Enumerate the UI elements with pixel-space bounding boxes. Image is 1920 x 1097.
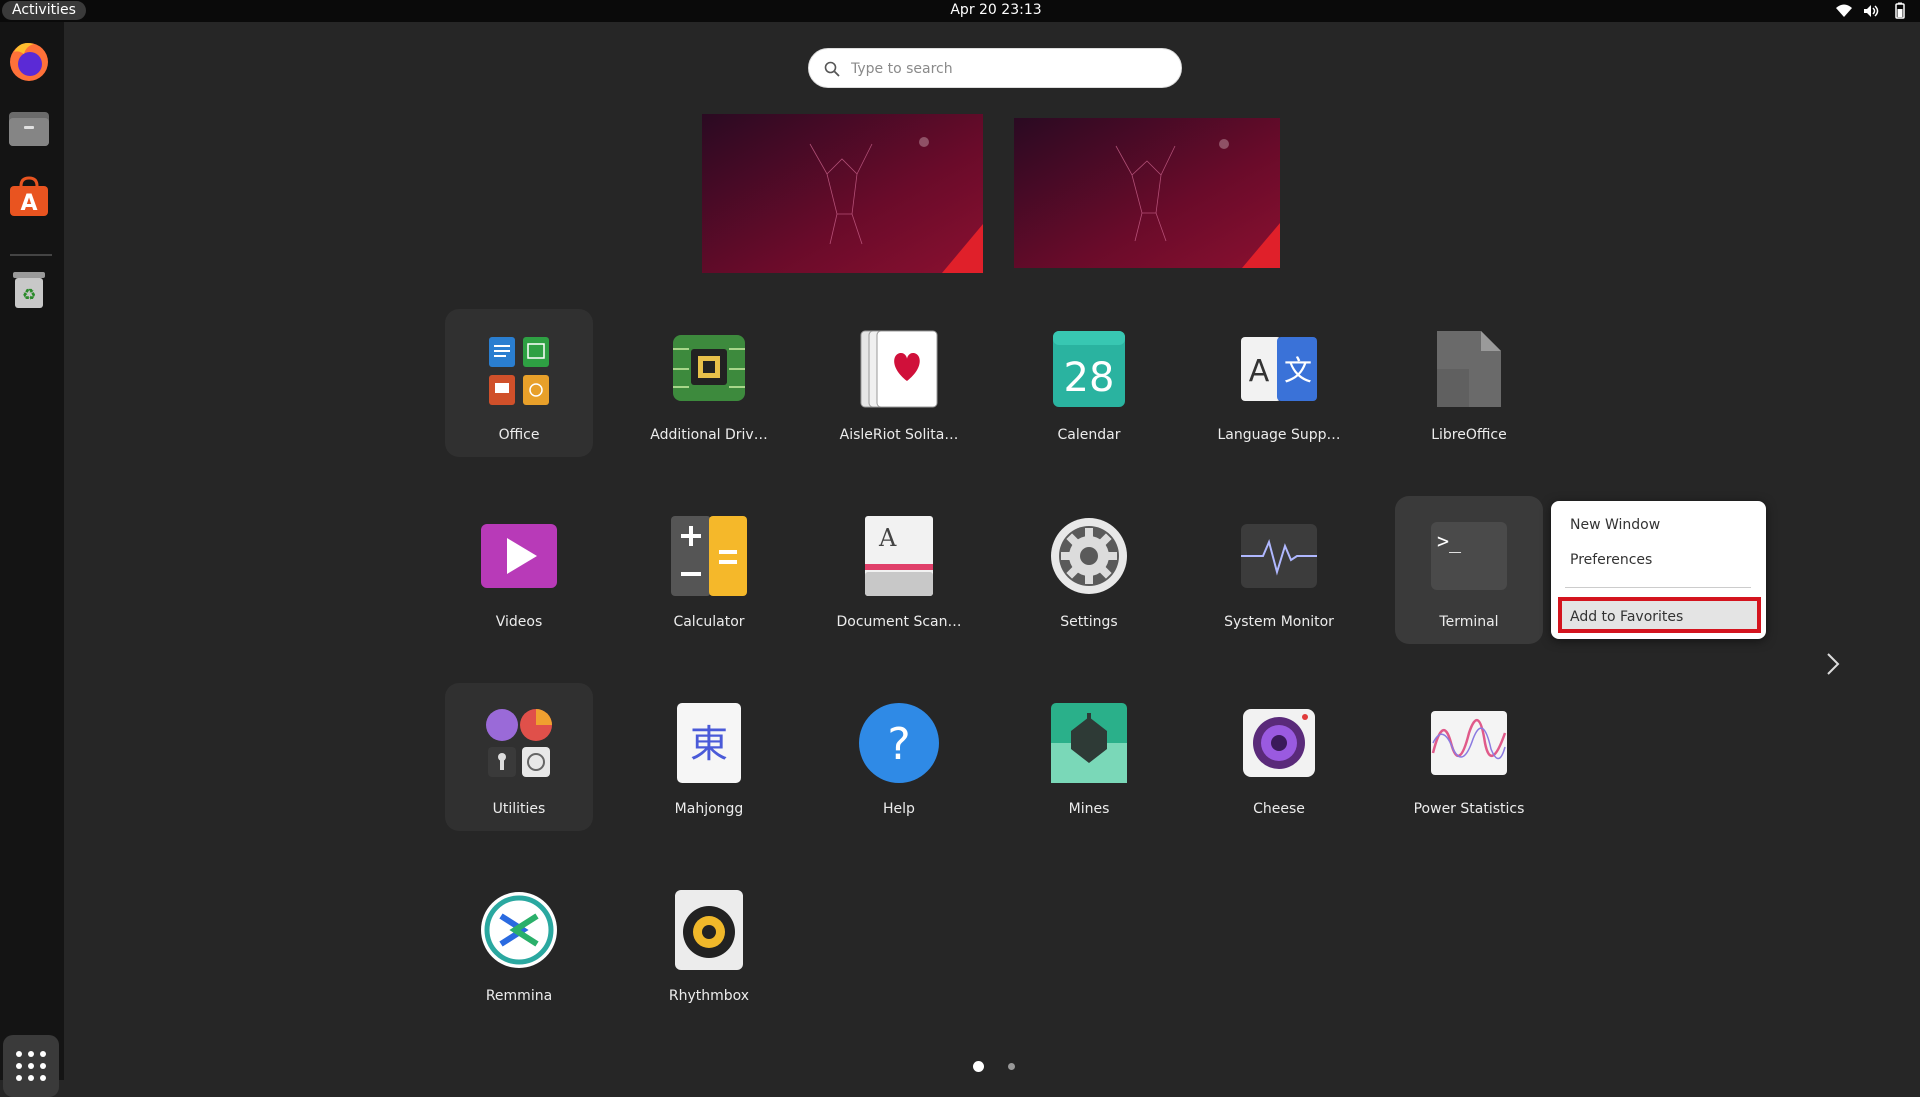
calendar-icon: 28 <box>1053 331 1125 407</box>
app-rhythmbox[interactable]: Rhythmbox <box>635 870 783 1018</box>
app-help[interactable]: ? Help <box>825 683 973 831</box>
app-label: Settings <box>1060 614 1118 630</box>
calculator-icon <box>671 516 747 596</box>
workspace-thumbnail-2[interactable] <box>1014 118 1280 268</box>
latin-glyph: A <box>1249 354 1270 389</box>
speaker-icon <box>675 890 743 970</box>
gear-icon <box>1051 518 1127 594</box>
help-icon: ? <box>859 703 939 783</box>
app-label: Videos <box>495 614 543 630</box>
scanner-icon: A <box>865 516 933 596</box>
menu-item-label: Add to Favorites <box>1570 609 1684 625</box>
cjk-glyph: 文 <box>1284 354 1312 387</box>
utilities-folder-icon <box>486 709 552 777</box>
mahjongg-glyph: 東 <box>690 722 728 766</box>
volume-icon[interactable] <box>1862 2 1880 20</box>
mahjongg-tile-icon: 東 <box>677 703 741 783</box>
wallpaper-thumbnail <box>1014 118 1280 268</box>
office-folder-icon <box>489 337 549 405</box>
wallpaper-thumbnail <box>702 114 983 273</box>
menu-separator <box>1565 587 1751 588</box>
app-label: LibreOffice <box>1431 427 1507 443</box>
app-settings[interactable]: Settings <box>1015 496 1163 644</box>
camera-icon <box>1243 709 1315 777</box>
chip-icon <box>673 335 745 401</box>
app-label: Power Statistics <box>1413 801 1525 817</box>
app-label: Mines <box>1068 801 1110 817</box>
search-icon <box>824 61 840 77</box>
app-power-statistics[interactable]: Power Statistics <box>1395 683 1543 831</box>
app-label: Terminal <box>1439 614 1499 630</box>
app-label: Mahjongg <box>674 801 744 817</box>
clock[interactable]: Apr 20 23:13 <box>0 0 1920 20</box>
app-label: AisleRiot Solita… <box>839 427 959 443</box>
terminal-icon: >_ <box>1431 522 1507 590</box>
menu-item-preferences[interactable]: Preferences <box>1570 552 1652 568</box>
trash-icon[interactable]: ♻ <box>6 266 52 312</box>
calendar-date: 28 <box>1064 355 1115 401</box>
app-label: Language Supp… <box>1217 427 1341 443</box>
language-icon: A 文 <box>1241 337 1317 401</box>
dock: A ♻ <box>0 22 64 1097</box>
app-label: Rhythmbox <box>668 988 750 1004</box>
svg-text:A: A <box>20 191 37 216</box>
page-indicator[interactable] <box>1008 1063 1015 1070</box>
top-bar: Activities Apr 20 23:13 <box>0 0 1920 22</box>
app-label: Utilities <box>492 801 546 817</box>
workspace-thumbnail-1[interactable] <box>702 114 983 273</box>
dock-separator <box>10 254 52 256</box>
app-center-icon[interactable]: A <box>6 174 52 220</box>
app-language-support[interactable]: A 文 Language Supp… <box>1205 309 1353 457</box>
chevron-right-icon[interactable] <box>1824 650 1842 678</box>
mine-icon <box>1051 703 1127 783</box>
app-label: Calculator <box>673 614 745 630</box>
app-label: Help <box>883 801 915 817</box>
terminal-prompt: >_ <box>1437 529 1462 553</box>
app-label: Additional Driv… <box>650 427 768 443</box>
app-system-monitor[interactable]: System Monitor <box>1205 496 1353 644</box>
search-box[interactable] <box>808 48 1182 89</box>
power-icon[interactable] <box>1890 2 1908 20</box>
search-input[interactable] <box>849 49 1173 89</box>
play-icon <box>481 524 557 588</box>
context-menu: New Window Preferences Add to Favorites <box>1551 501 1766 639</box>
app-document-scanner[interactable]: A Document Scan… <box>825 496 973 644</box>
folder-utilities[interactable]: Utilities <box>445 683 593 831</box>
show-apps-button[interactable] <box>3 1035 59 1097</box>
app-calendar[interactable]: 28 Calendar <box>1015 309 1163 457</box>
app-cheese[interactable]: Cheese <box>1205 683 1353 831</box>
app-libreoffice[interactable]: LibreOffice <box>1395 309 1543 457</box>
app-calculator[interactable]: Calculator <box>635 496 783 644</box>
playing-cards-icon <box>860 330 938 408</box>
menu-item-new-window[interactable]: New Window <box>1570 517 1660 533</box>
app-label: Office <box>498 427 540 443</box>
app-label: Remmina <box>485 988 553 1004</box>
scanner-letter: A <box>878 524 897 552</box>
app-label: Cheese <box>1253 801 1305 817</box>
grid-icon <box>16 1051 46 1081</box>
libreoffice-icon <box>1437 331 1501 407</box>
menu-item-add-to-favorites[interactable]: Add to Favorites <box>1558 597 1761 633</box>
app-videos[interactable]: Videos <box>445 496 593 644</box>
page-indicator-active[interactable] <box>973 1061 984 1072</box>
app-label: Document Scan… <box>836 614 962 630</box>
files-icon[interactable] <box>6 106 52 152</box>
app-label: Calendar <box>1057 427 1121 443</box>
app-additional-drivers[interactable]: Additional Driv… <box>635 309 783 457</box>
app-label: System Monitor <box>1224 614 1334 630</box>
app-mahjongg[interactable]: 東 Mahjongg <box>635 683 783 831</box>
firefox-icon[interactable] <box>6 38 52 84</box>
power-graph-icon <box>1431 711 1507 775</box>
app-remmina[interactable]: Remmina <box>445 870 593 1018</box>
help-glyph: ? <box>887 719 910 770</box>
folder-office[interactable]: Office <box>445 309 593 457</box>
svg-text:♻: ♻ <box>22 285 36 304</box>
app-terminal[interactable]: >_ Terminal <box>1395 496 1543 644</box>
app-aisleriot-solitaire[interactable]: AisleRiot Solita… <box>825 309 973 457</box>
app-mines[interactable]: Mines <box>1015 683 1163 831</box>
remmina-icon <box>481 892 557 968</box>
wifi-icon[interactable] <box>1835 2 1853 20</box>
pulse-icon <box>1241 524 1317 588</box>
